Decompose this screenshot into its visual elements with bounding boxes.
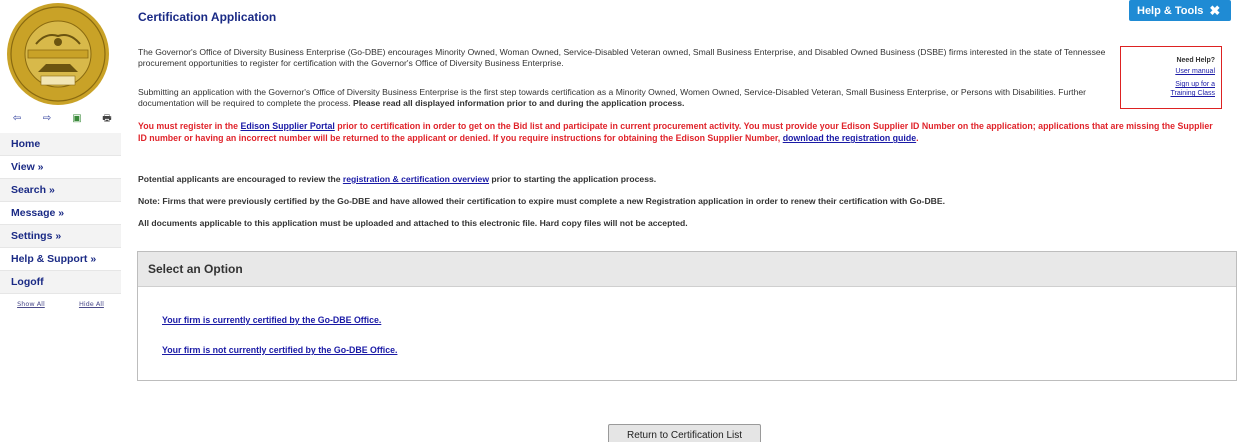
help-tools-label: Help & Tools bbox=[1137, 4, 1204, 17]
help-tools-button[interactable]: Help & Tools ✖ bbox=[1129, 0, 1231, 21]
navigation-toolbar: ⇦ ⇨ ▣ 🖶 bbox=[6, 112, 118, 126]
return-to-certification-list-button[interactable]: Return to Certification List bbox=[608, 424, 761, 442]
sidebar-menu: Home View » Search » Message » Settings … bbox=[0, 133, 121, 294]
not-certified-option[interactable]: Your firm is not currently certified by … bbox=[162, 345, 397, 355]
hide-all-link[interactable]: Hide All bbox=[79, 300, 104, 308]
submission-paragraph: Submitting an application with the Gover… bbox=[138, 87, 1128, 109]
sidebar-item-help-support[interactable]: Help & Support » bbox=[0, 248, 121, 271]
show-all-link[interactable]: Show All bbox=[17, 300, 45, 308]
expired-note-paragraph: Note: Firms that were previously certifi… bbox=[138, 196, 946, 206]
select-option-header: Select an Option bbox=[138, 252, 1236, 287]
sidebar-item-view[interactable]: View » bbox=[0, 156, 121, 179]
submission-emphasis: Please read all displayed information pr… bbox=[352, 98, 685, 108]
intro-paragraph: The Governor's Office of Diversity Busin… bbox=[138, 47, 1106, 68]
training-line-1: Sign up for a bbox=[1175, 81, 1215, 88]
tools-icon: ✖ bbox=[1209, 2, 1221, 18]
need-help-title: Need Help? bbox=[1176, 57, 1215, 64]
sidebar-item-home[interactable]: Home bbox=[0, 133, 121, 156]
menu-expand-controls: Show All Hide All bbox=[0, 300, 121, 308]
currently-certified-option[interactable]: Your firm is currently certified by the … bbox=[162, 315, 381, 325]
back-arrow-icon[interactable]: ⇦ bbox=[8, 113, 26, 125]
download-registration-guide-link[interactable]: download the registration guide bbox=[783, 133, 916, 143]
print-icon[interactable]: 🖶 bbox=[98, 113, 116, 125]
overview-text-1: Potential applicants are encouraged to r… bbox=[138, 174, 343, 184]
user-manual-link[interactable]: User manual bbox=[1121, 67, 1215, 76]
training-line-2: Training Class bbox=[1170, 90, 1215, 97]
training-class-link[interactable]: Sign up for a Training Class bbox=[1121, 80, 1215, 98]
forward-arrow-icon[interactable]: ⇨ bbox=[38, 113, 56, 125]
overview-paragraph: Potential applicants are encouraged to r… bbox=[138, 174, 1223, 185]
tennessee-state-seal bbox=[6, 2, 110, 106]
sidebar-item-message[interactable]: Message » bbox=[0, 202, 121, 225]
overview-text-2: prior to starting the application proces… bbox=[489, 174, 657, 184]
page-title: Certification Application bbox=[138, 10, 277, 24]
sidebar-item-settings[interactable]: Settings » bbox=[0, 225, 121, 248]
edison-alert-paragraph: You must register in the Edison Supplier… bbox=[138, 120, 1223, 144]
edison-supplier-portal-link[interactable]: Edison Supplier Portal bbox=[240, 121, 334, 131]
documents-note-paragraph: All documents applicable to this applica… bbox=[138, 218, 688, 228]
need-help-box: Need Help? User manual Sign up for a Tra… bbox=[1120, 46, 1222, 109]
alert-text-3: . bbox=[916, 133, 919, 143]
sidebar-item-search[interactable]: Search » bbox=[0, 179, 121, 202]
alert-text-1: You must register in the bbox=[138, 121, 241, 131]
select-option-panel: Select an Option Your firm is currently … bbox=[137, 251, 1237, 381]
refresh-icon[interactable]: ▣ bbox=[68, 113, 86, 125]
sidebar-item-logoff[interactable]: Logoff bbox=[0, 271, 121, 294]
registration-overview-link[interactable]: registration & certification overview bbox=[343, 174, 489, 184]
